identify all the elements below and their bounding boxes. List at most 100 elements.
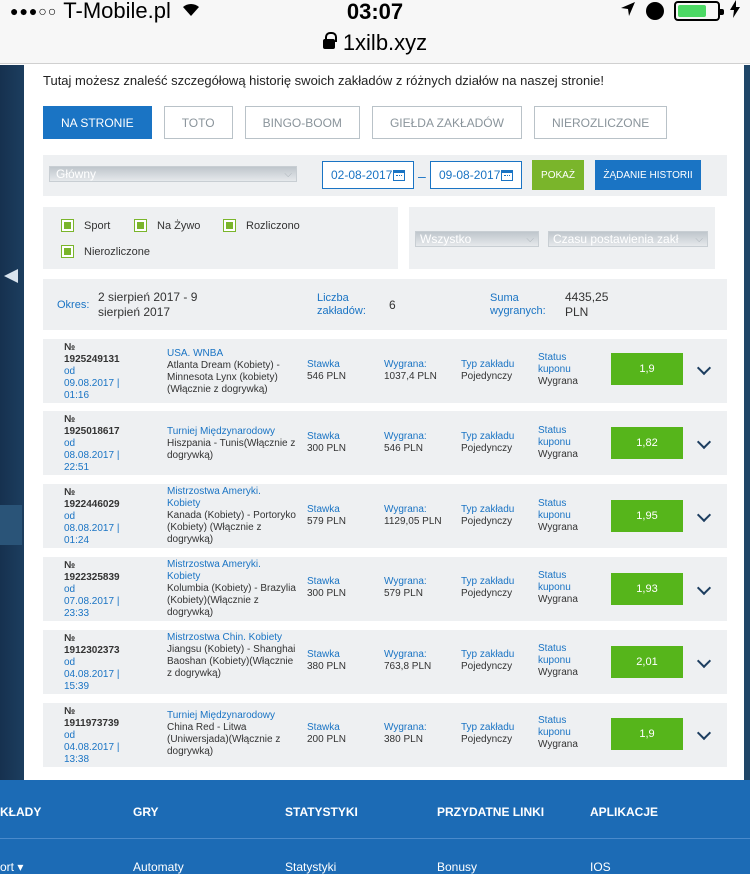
bet-number: 1912302373 [64,645,120,656]
status-label: Status [538,498,567,509]
footer-heading-zaklady[interactable]: KŁADY [0,805,41,819]
stake-label: Stawka [307,504,340,515]
sum-label-line2: wygranych: [490,305,546,317]
bet-time: 23:33 [64,608,90,619]
bet-number-label: № [64,342,76,353]
footer-link-automaty[interactable]: Automaty [133,860,184,874]
tab-na-stronie[interactable]: NA STRONIE [43,106,152,139]
stake-label: Stawka [307,359,340,370]
date-to-input[interactable]: 09-08-2017 [430,161,522,189]
sidebar-arrow-icon[interactable] [4,269,18,283]
tab-gielda-zakladow[interactable]: GIEŁDA ZAKŁADÓW [371,106,522,139]
account-select[interactable]: Główny ⌵ [49,166,297,182]
bet-number: 1925018617 [64,426,120,437]
bet-type-select[interactable]: Wszystko ⌵ [415,231,539,247]
tournament-name: Mistrzostwa Ameryki. Kobiety [167,486,261,509]
chevron-down-icon[interactable] [696,360,712,376]
date-to-value: 09-08-2017 [439,168,501,182]
status-label: Status [538,643,567,654]
win-value: 579 PLN [384,588,423,599]
status-label-2: kuponu [538,655,571,666]
bet-row[interactable]: № 1922325839 od 07.08.2017 | 23:33 Mistrzost… [43,557,727,621]
count-label-line1: Liczba [317,292,349,304]
history-tabs: NA STRONIE TOTO BINGO-BOOM GIEŁDA ZAKŁAD… [43,106,668,139]
status-label-2: kuponu [538,582,571,593]
chevron-down-icon: ⌵ [526,234,534,245]
status-label: Status [538,570,567,581]
win-value: 763,8 PLN [384,661,432,672]
date-range-dash: – [418,168,426,184]
checkbox-rozliczono[interactable]: Rozliczono [223,219,300,232]
chevron-down-icon[interactable] [696,725,712,741]
chevron-down-icon[interactable] [696,580,712,596]
address-bar[interactable]: 1xilb.xyz [0,24,750,64]
chevron-down-icon[interactable] [696,507,712,523]
stake-label: Stawka [307,722,340,733]
footer-link-bonusy[interactable]: Bonusy [437,860,477,874]
win-label: Wygrana: [384,722,427,733]
bet-time: 15:39 [64,681,90,692]
bet-number-label: № [64,706,76,717]
win-value: 1037,4 PLN [384,371,437,382]
tab-nierozliczone[interactable]: NIEROZLICZONE [533,106,668,139]
bet-type-label: Typ zakładu [461,504,515,515]
bet-type-value: Pojedynczy [461,371,513,382]
footer-link-ios[interactable]: IOS [590,860,611,874]
win-label: Wygrana: [384,431,427,442]
footer-heading-gry[interactable]: GRY [133,805,159,819]
alarm-icon [646,2,664,20]
bet-type-value: Pojedynczy [461,516,513,527]
checkbox-checked-icon[interactable] [61,219,74,232]
bet-date-label: od [64,657,76,668]
checkbox-sport[interactable]: Sport [61,219,110,232]
footer-heading-aplikacje[interactable]: APLIKACJE [590,805,658,819]
request-history-button[interactable]: ŻĄDANIE HISTORII [595,160,701,190]
checkbox-checked-icon[interactable] [61,245,74,258]
url-text[interactable]: 1xilb.xyz [343,30,427,55]
period-label: Okres: [57,299,90,311]
bet-date: 04.08.2017 | [64,669,120,680]
status-bar: ●●●○○ T-Mobile.pl 03:07 [0,0,750,24]
status-value: Wygrana [538,376,578,387]
bet-type-value: Pojedynczy [461,443,513,454]
bet-number: 1925249131 [64,354,120,365]
tab-toto[interactable]: TOTO [163,106,233,139]
bet-type-value: Pojedynczy [461,734,513,745]
calendar-icon [393,170,405,181]
odds-badge: 1,9 [611,353,683,385]
bet-number-label: № [64,414,76,425]
bet-number-label: № [64,560,76,571]
bet-row[interactable]: № 1922446029 od 08.08.2017 | 01:24 Mistrzost… [43,484,727,548]
footer-heading-przydatne-linki[interactable]: PRZYDATNE LINKI [437,805,544,819]
show-button[interactable]: POKAŻ [532,160,584,190]
status-label: Status [538,352,567,363]
date-from-input[interactable]: 02-08-2017 [322,161,414,189]
footer-divider [0,838,750,839]
tab-bingo-boom[interactable]: BINGO-BOOM [244,106,360,139]
status-label-2: kuponu [538,437,571,448]
chevron-down-icon: ⌵ [284,169,292,180]
bet-row[interactable]: № 1925249131 od 09.08.2017 | 01:16 USA. WNBA… [43,339,727,403]
match-name: Atlanta Dream (Kobiety) - Minnesota Lynx… [167,360,280,395]
checkbox-checked-icon[interactable] [134,219,147,232]
checkbox-na-zywo[interactable]: Na Żywo [134,219,200,232]
footer-heading-statystyki[interactable]: STATYSTYKI [285,805,358,819]
bet-row[interactable]: № 1911973739 od 04.08.2017 | 13:38 Turniej M… [43,703,727,767]
chevron-down-icon[interactable] [696,653,712,669]
bet-row[interactable]: № 1925018617 od 08.08.2017 | 22:51 Turniej M… [43,411,727,475]
bet-row[interactable]: № 1912302373 od 04.08.2017 | 15:39 Mistrzost… [43,630,727,694]
bet-date-label: od [64,366,76,377]
footer-link-statystyki[interactable]: Statystyki [285,860,336,874]
chevron-down-icon[interactable] [696,434,712,450]
bet-number: 1911973739 [64,718,120,729]
odds-badge: 1,9 [611,718,683,750]
bet-type-label: Typ zakładu [461,359,515,370]
match-name: China Red - Litwa (Uniwersjada)(Włącznie… [167,722,281,757]
checkbox-checked-icon[interactable] [223,219,236,232]
stake-label: Stawka [307,649,340,660]
bet-time: 01:24 [64,535,90,546]
sort-order-select[interactable]: Czasu postawienia zakł ⌵ [548,231,708,247]
status-value: Wygrana [538,449,578,460]
footer-link-sport[interactable]: ort ▾ [0,860,23,874]
checkbox-nierozliczone[interactable]: Nierozliczone [61,245,150,258]
